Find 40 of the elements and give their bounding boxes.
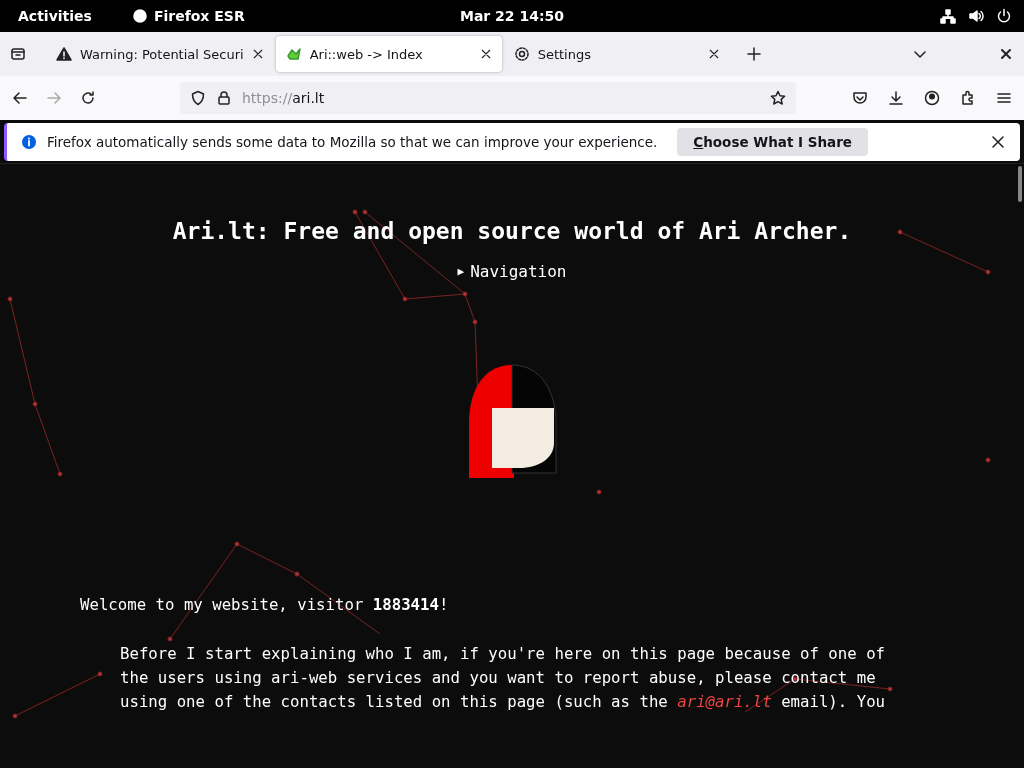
intro-paragraph: Before I start explaining who I am, if you're here on this page because of one of the users using ari-web services and you want to report abuse, please contact me using one of the contacts listed on this page (such as the ari@ari.lt email). You [120, 643, 887, 713]
welcome-text: Welcome to my website, visitor 1883414! [80, 595, 450, 614]
email-link[interactable]: ari@ari.lt [677, 692, 772, 711]
navigation-toggle[interactable]: ▶ Navigation [457, 262, 567, 281]
choose-what-i-share-button[interactable]: Choose What I Share [677, 128, 868, 156]
lock-icon [216, 90, 232, 106]
download-icon [888, 90, 904, 106]
app-name[interactable]: Firefox ESR [153, 8, 245, 24]
plus-icon [745, 46, 762, 62]
browser-tab[interactable]: Settings [503, 36, 730, 72]
close-icon [998, 46, 1014, 62]
gear-icon [513, 46, 530, 62]
address-bar[interactable]: https://ari.lt [180, 82, 796, 114]
menu-icon [996, 90, 1012, 106]
warning-icon [56, 46, 72, 62]
pocket-icon [852, 90, 868, 106]
back-arrow-icon [12, 90, 28, 106]
reload-icon [80, 90, 96, 106]
info-icon [21, 134, 37, 150]
close-icon[interactable] [479, 48, 492, 60]
volume-icon[interactable] [968, 8, 984, 24]
power-icon[interactable] [996, 8, 1012, 24]
clock[interactable]: Mar 22 14:50 [459, 8, 565, 24]
site-icon [285, 46, 302, 62]
shield-icon [190, 90, 206, 106]
close-icon[interactable] [251, 48, 264, 60]
close-icon [990, 134, 1006, 150]
forward-arrow-icon [46, 90, 62, 106]
browser-tab[interactable]: Ari::web -> Index [275, 36, 502, 72]
star-icon[interactable] [770, 90, 786, 106]
browser-tab[interactable]: Warning: Potential Securi [46, 36, 274, 72]
page-title: Ari.lt: Free and open source world of Ari Archer. [172, 218, 852, 244]
scrollbar-thumb[interactable] [1018, 166, 1022, 202]
account-icon [924, 90, 940, 106]
network-icon[interactable] [940, 8, 956, 24]
close-icon[interactable] [707, 48, 720, 60]
notification-message: Firefox automatically sends some data to Mozilla so that we can improve your experience. [47, 134, 658, 150]
activities-button[interactable]: Activities [18, 8, 92, 24]
puzzle-icon [960, 90, 976, 106]
tabs-icon [10, 46, 26, 62]
